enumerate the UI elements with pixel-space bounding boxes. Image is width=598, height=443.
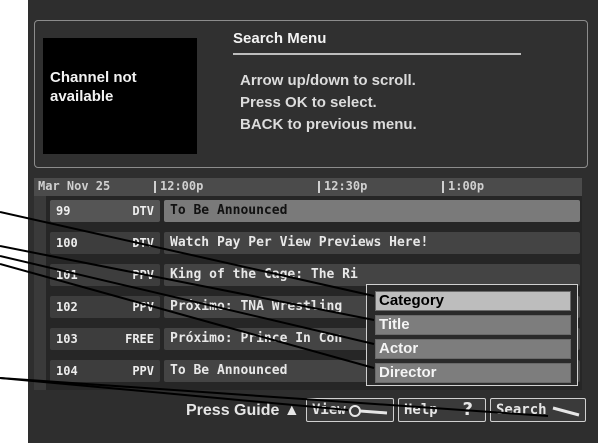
- callout-line-actor: [0, 255, 375, 345]
- callout-line-search: [0, 377, 549, 417]
- callout-line-view: [0, 377, 349, 411]
- callout-line-director: [0, 263, 375, 369]
- callout-lines: [0, 211, 549, 417]
